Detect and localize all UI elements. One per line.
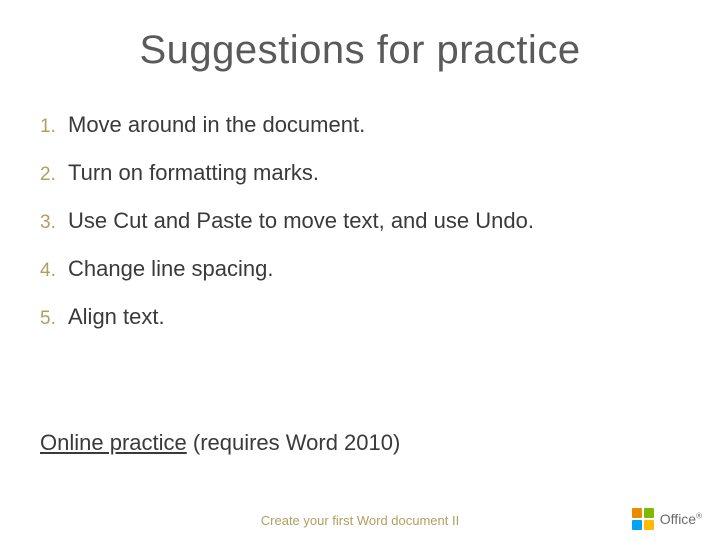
- list-number: 4.: [40, 260, 68, 282]
- list-number: 1.: [40, 116, 68, 138]
- list-item: 5. Align text.: [40, 304, 680, 330]
- slide-footer: Create your first Word document II: [0, 513, 720, 528]
- list-text: Move around in the document.: [68, 112, 365, 138]
- slide: Suggestions for practice 1. Move around …: [0, 0, 720, 540]
- list-item: 1. Move around in the document.: [40, 112, 680, 138]
- office-logo: Office®: [632, 508, 702, 530]
- list-text: Use Cut and Paste to move text, and use …: [68, 208, 534, 234]
- list-item: 2. Turn on formatting marks.: [40, 160, 680, 186]
- list-item: 3. Use Cut and Paste to move text, and u…: [40, 208, 680, 234]
- list-text: Turn on formatting marks.: [68, 160, 319, 186]
- practice-link-note: (requires Word 2010): [187, 430, 401, 455]
- list-number: 3.: [40, 212, 68, 234]
- slide-title: Suggestions for practice: [0, 28, 720, 73]
- list-item: 4. Change line spacing.: [40, 256, 680, 282]
- online-practice-link[interactable]: Online practice: [40, 430, 187, 455]
- list-text: Change line spacing.: [68, 256, 273, 282]
- list-number: 5.: [40, 308, 68, 330]
- practice-link-line: Online practice (requires Word 2010): [40, 430, 400, 456]
- numbered-list: 1. Move around in the document. 2. Turn …: [40, 112, 680, 352]
- list-text: Align text.: [68, 304, 165, 330]
- office-logo-icon: [632, 508, 654, 530]
- office-logo-text: Office®: [660, 511, 702, 527]
- list-number: 2.: [40, 164, 68, 186]
